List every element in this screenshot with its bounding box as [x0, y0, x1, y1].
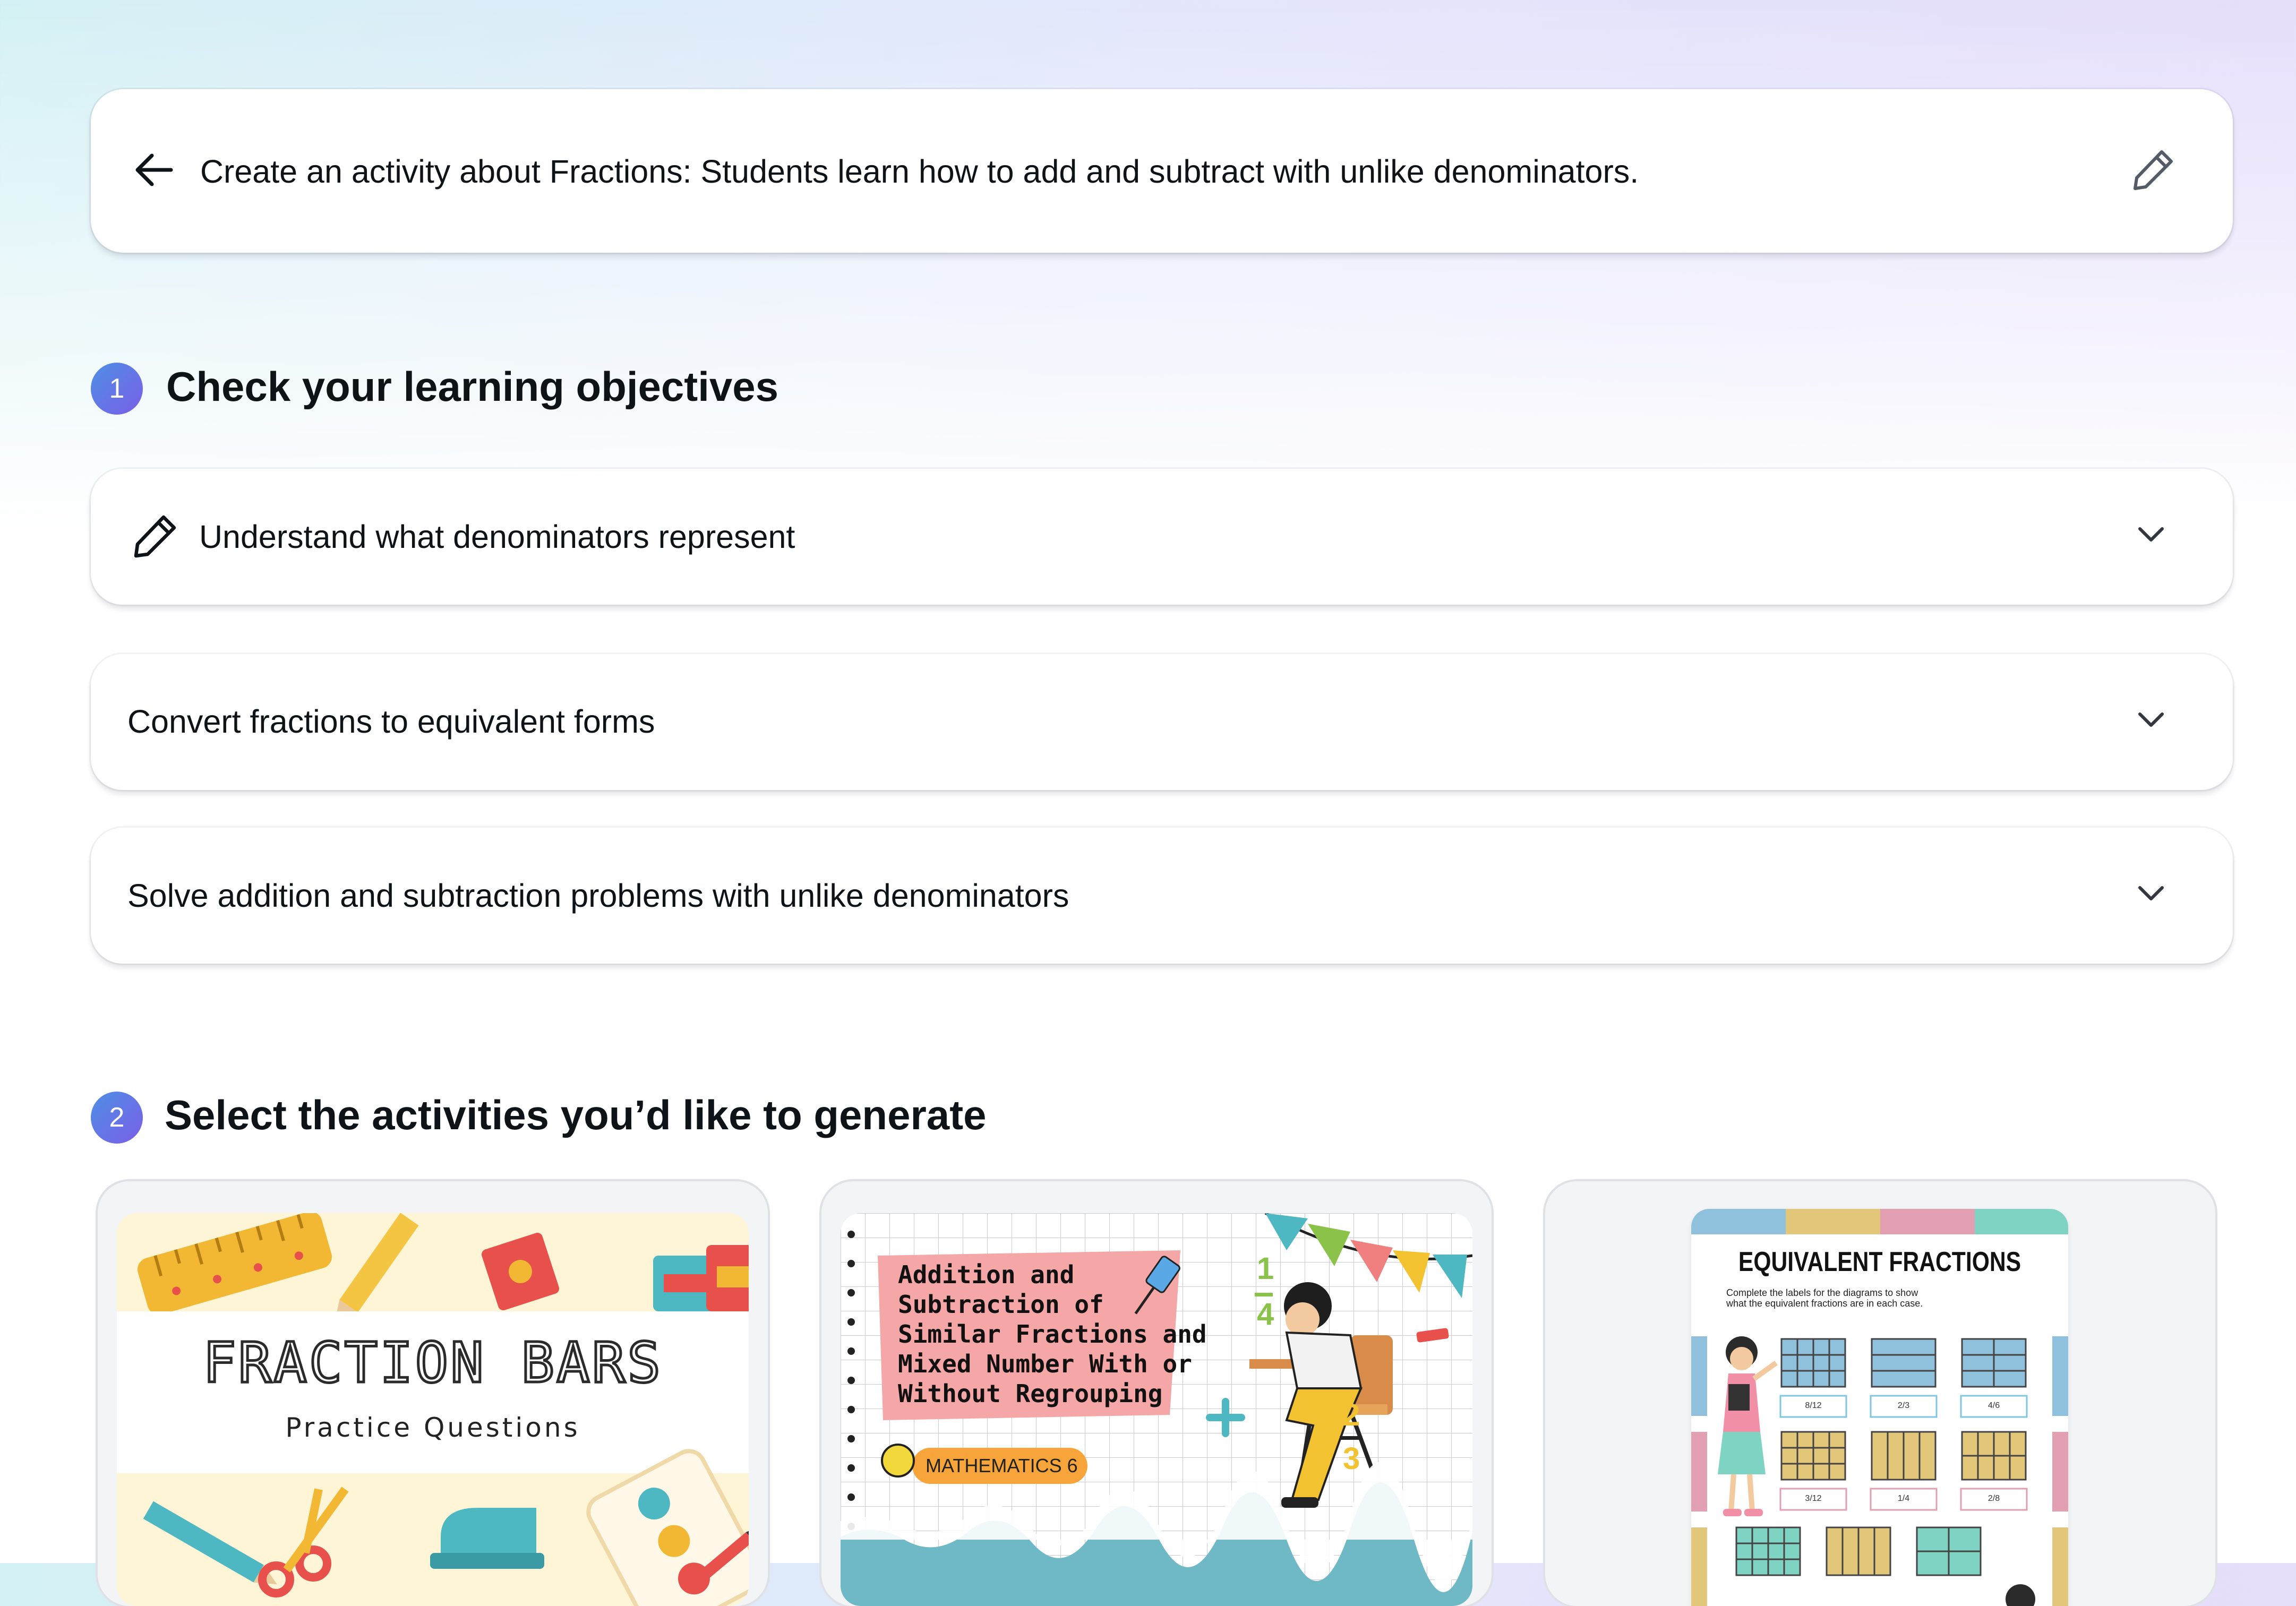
- addition-subtraction-thumbnail: Addition and Subtraction of Similar Frac…: [841, 1213, 1472, 1606]
- objective-text-3[interactable]: Solve addition and subtraction problems …: [127, 877, 1069, 915]
- fraction-label: 4/6: [1987, 1401, 2000, 1410]
- title-line: Without Regrouping: [898, 1379, 1163, 1408]
- fraction-label: 3/12: [1805, 1494, 1822, 1503]
- fraction-denominator: 3: [1343, 1441, 1360, 1476]
- step-2-badge: 2: [91, 1092, 143, 1144]
- title-line: Mixed Number With or: [898, 1350, 1192, 1378]
- fraction-label: 2/3: [1897, 1401, 1910, 1410]
- activity-card-fraction-bars[interactable]: FRACTION BARS Practice Questions: [98, 1181, 768, 1606]
- fraction-bars-subtitle: Practice Questions: [285, 1412, 580, 1443]
- arrow-left-icon[interactable]: [134, 152, 174, 187]
- instruction-line: Complete the labels for the diagrams to …: [1726, 1287, 1918, 1298]
- title-line: Similar Fractions and: [898, 1320, 1207, 1349]
- school-supplies-illustration: [117, 1213, 749, 1606]
- fraction-numerator: 2: [1343, 1398, 1360, 1432]
- addition-subtraction-title: Addition and Subtraction of Similar Frac…: [898, 1260, 1207, 1409]
- fraction-numerator: 1: [1257, 1251, 1274, 1286]
- fraction-denominator: 4: [1257, 1297, 1274, 1332]
- fraction-label: 2/8: [1987, 1494, 2000, 1503]
- instruction-line: what the equivalent fractions are in eac…: [1726, 1298, 1923, 1309]
- fraction-bars-title: FRACTION BARS: [202, 1330, 663, 1396]
- equivalent-fractions-instructions: Complete the labels for the diagrams to …: [1726, 1287, 2045, 1309]
- step-2-title: Select the activities you’d like to gene…: [165, 1092, 987, 1138]
- objective-text-2[interactable]: Convert fractions to equivalent forms: [127, 702, 655, 741]
- objective-text-1[interactable]: Understand what denominators represent: [199, 518, 795, 556]
- title-line: Addition and: [898, 1260, 1075, 1289]
- chevron-down-icon[interactable]: [2137, 711, 2165, 729]
- fraction-label: 8/12: [1805, 1401, 1822, 1410]
- pencil-icon[interactable]: [2132, 148, 2175, 191]
- step-1-title: Check your learning objectives: [166, 363, 779, 410]
- equivalent-fractions-title: EQUIVALENT FRACTIONS: [1738, 1247, 2021, 1277]
- chevron-down-icon[interactable]: [2137, 526, 2165, 544]
- prompt-text: Create an activity about Fractions: Stud…: [200, 153, 1639, 190]
- fraction-label: 1/4: [1897, 1494, 1910, 1503]
- activity-card-equivalent-fractions[interactable]: EQUIVALENT FRACTIONS Complete the labels…: [1545, 1181, 2215, 1606]
- activity-card-addition-subtraction[interactable]: Addition and Subtraction of Similar Frac…: [821, 1181, 1492, 1606]
- fraction-bars-thumbnail: FRACTION BARS Practice Questions: [117, 1213, 749, 1606]
- equivalent-fractions-thumbnail: EQUIVALENT FRACTIONS Complete the labels…: [1691, 1209, 2068, 1606]
- title-line: Subtraction of: [898, 1290, 1104, 1319]
- step-1-badge: 1: [91, 363, 143, 415]
- pencil-icon: [134, 515, 176, 558]
- chevron-down-icon[interactable]: [2137, 884, 2165, 903]
- mathematics-tag: MATHEMATICS 6: [926, 1455, 1078, 1476]
